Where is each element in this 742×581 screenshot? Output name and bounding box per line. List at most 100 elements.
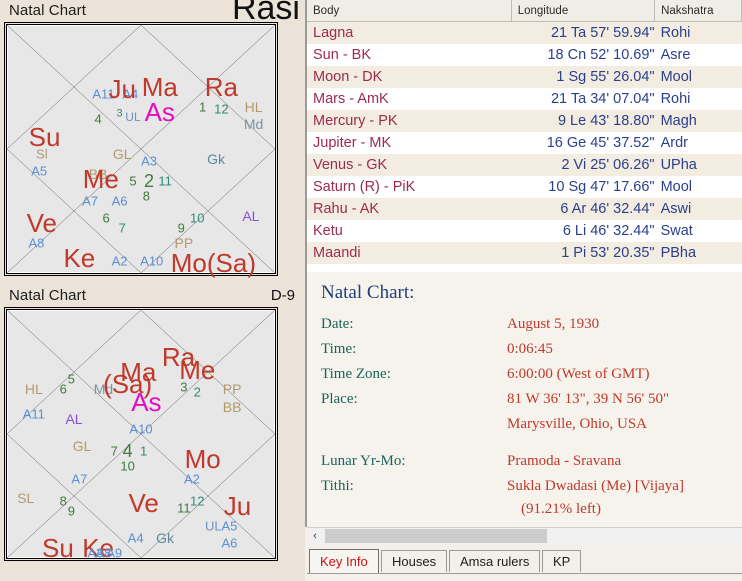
chart-glyph-gl: GL xyxy=(73,439,92,453)
cell-longitude: 21 Ta 57' 59.94" xyxy=(511,22,654,45)
rasi-chart-title: Natal Chart xyxy=(9,2,86,19)
chart-glyph-ke: Ke xyxy=(63,245,95,271)
chart-glyph-7: 7 xyxy=(119,222,126,235)
chart-glyph-a3: A3 xyxy=(141,155,157,168)
table-row[interactable]: Maandi1 Pi 53' 20.35"PBha xyxy=(307,242,742,264)
date-value: August 5, 1930 xyxy=(507,316,599,333)
time-label: Time: xyxy=(321,341,356,358)
navamsa-chart-title: Natal Chart xyxy=(9,287,86,304)
chart-glyph-8: 8 xyxy=(143,190,150,203)
cell-longitude: 6 Li 46' 32.44" xyxy=(511,220,654,242)
rasi-chart-header: Natal Chart Rasi xyxy=(0,0,303,24)
table-row[interactable]: Saturn (R) - PiK10 Sg 47' 17.66"Mool xyxy=(307,176,742,198)
table-row[interactable]: Jupiter - MK16 Ge 45' 37.52"Ardr xyxy=(307,132,742,154)
chart-glyph-mo: Mo xyxy=(185,446,221,472)
info-row-place: Place: 81 W 36' 13", 39 N 56' 50" xyxy=(321,391,741,413)
table-row[interactable]: Ketu6 Li 46' 32.44"Swat xyxy=(307,220,742,242)
planet-positions-table: Body Longitude Nakshatra Lagna21 Ta 57' … xyxy=(307,0,742,273)
table-row[interactable]: Rahu - AK6 Ar 46' 32.44"Aswi xyxy=(307,198,742,220)
tab-key-info[interactable]: Key Info xyxy=(309,549,379,573)
chart-glyph-a5: A5 xyxy=(221,519,237,532)
chart-glyph-me: Me xyxy=(83,166,119,192)
table-row[interactable]: Sun - BK18 Cn 52' 10.69"Asre xyxy=(307,44,742,66)
info-row-lunar: Lunar Yr-Mo: Pramoda - Sravana xyxy=(321,453,741,475)
chart-glyph-as: As xyxy=(131,389,161,415)
chart-glyph-3: 3 xyxy=(180,380,187,393)
chart-glyph-hl: HL xyxy=(25,382,43,396)
chart-glyph-ul: UL xyxy=(125,111,140,123)
cell-body: Venus - GK xyxy=(307,154,511,176)
rasi-chart-canvas[interactable]: SuSlA5A11A4Ju43ULGLBBMaAsA325118MeRa112H… xyxy=(6,24,276,274)
chart-glyph-6: 6 xyxy=(60,383,67,396)
tab-houses[interactable]: Houses xyxy=(381,550,447,572)
key-info-panel: Natal Chart: Date: August 5, 1930 Time: … xyxy=(305,272,742,527)
info-row-date: Date: August 5, 1930 xyxy=(321,316,741,338)
info-row-place-city: Marysville, Ohio, USA xyxy=(321,416,741,438)
chart-glyph-4: 4 xyxy=(123,442,133,460)
chart-glyph-al: AL xyxy=(65,412,82,426)
table-row[interactable]: Mercury - PK9 Le 43' 18.80"Magh xyxy=(307,110,742,132)
cell-longitude: 21 Ta 34' 07.04" xyxy=(511,88,654,110)
planet-positions-table-wrapper[interactable]: Body Longitude Nakshatra Lagna21 Ta 57' … xyxy=(305,0,742,272)
scroll-left-arrow-icon[interactable]: ‹ xyxy=(307,528,323,544)
navamsa-chart-header: Natal Chart D-9 xyxy=(0,285,303,309)
tab-kp[interactable]: KP xyxy=(542,550,581,572)
table-row[interactable]: Venus - GK2 Vi 25' 06.26"UPha xyxy=(307,154,742,176)
column-header-longitude[interactable]: Longitude xyxy=(511,0,654,22)
chart-glyph-1: 1 xyxy=(140,445,147,458)
chart-glyph-a6: A6 xyxy=(221,537,237,550)
rasi-chart-variant-label: Rasi xyxy=(232,0,300,25)
info-row-tithi: Tithi: Sukla Dwadasi (Me) [Vijaya] xyxy=(321,478,741,500)
cell-nakshatra: UPha xyxy=(655,154,742,176)
tab-bar: Key InfoHousesAmsa rulersKP xyxy=(307,548,742,581)
table-row[interactable]: Moon - DK1 Sg 55' 26.04"Mool xyxy=(307,66,742,88)
cell-nakshatra: Aswi xyxy=(655,198,742,220)
column-header-nakshatra[interactable]: Nakshatra xyxy=(655,0,742,22)
time-value: 0:06:45 xyxy=(507,341,553,358)
chart-glyph-ul: UL xyxy=(205,519,222,532)
chart-glyph-a2: A2 xyxy=(184,472,200,485)
tab-amsa-rulers[interactable]: Amsa rulers xyxy=(449,550,540,572)
chart-glyph-1: 1 xyxy=(199,100,206,113)
column-header-body[interactable]: Body xyxy=(307,0,511,22)
table-header-row: Body Longitude Nakshatra xyxy=(307,0,742,22)
cell-nakshatra: Mool xyxy=(655,176,742,198)
chart-glyph-mosa: Mo(Sa) xyxy=(171,250,256,276)
horizontal-scrollbar[interactable]: ‹ xyxy=(307,527,742,544)
cell-nakshatra: Magh xyxy=(655,110,742,132)
place-city-value: Marysville, Ohio, USA xyxy=(507,416,647,433)
navamsa-chart-glyph-layer: HLA1156ALMd(Sa)MaAsRaMe32PPBBA10GL47110A… xyxy=(7,310,275,558)
navamsa-chart-canvas[interactable]: HLA1156ALMd(Sa)MaAsRaMe32PPBBA10GL47110A… xyxy=(6,309,276,559)
scrollbar-thumb[interactable] xyxy=(325,529,547,543)
chart-glyph-11: 11 xyxy=(158,175,172,188)
chart-glyph-3: 3 xyxy=(116,109,122,120)
charts-pane: Natal Chart Rasi SuSlA5A11A4Ju43ULGLBBMa… xyxy=(0,0,303,581)
table-row[interactable]: Lagna21 Ta 57' 59.94"Rohi xyxy=(307,22,742,45)
cell-nakshatra: Mool xyxy=(655,66,742,88)
chart-glyph-a9: A9 xyxy=(106,547,122,560)
key-info-title: Natal Chart: xyxy=(321,282,414,304)
cell-nakshatra: PBha xyxy=(655,242,742,264)
cell-longitude: 6 Ar 46' 32.44" xyxy=(511,198,654,220)
chart-glyph-6: 6 xyxy=(103,212,110,225)
chart-glyph-ju: Ju xyxy=(109,76,136,102)
chart-glyph-a7: A7 xyxy=(71,472,87,485)
timezone-label: Time Zone: xyxy=(321,366,391,383)
chart-glyph-a7: A7 xyxy=(82,195,98,208)
cell-body: Mars - AmK xyxy=(307,88,511,110)
chart-glyph-11: 11 xyxy=(177,502,191,515)
chart-glyph-gk: Gk xyxy=(207,152,225,166)
chart-glyph-al: AL xyxy=(242,209,259,223)
chart-glyph-ra: Ra xyxy=(205,74,238,100)
cell-nakshatra: Rohi xyxy=(655,22,742,45)
chart-glyph-4: 4 xyxy=(94,113,101,126)
chart-glyph-12: 12 xyxy=(214,103,228,116)
cell-body: Moon - DK xyxy=(307,66,511,88)
cell-longitude: 18 Cn 52' 10.69" xyxy=(511,44,654,66)
table-row[interactable]: Mars - AmK21 Ta 34' 07.04"Rohi xyxy=(307,88,742,110)
navamsa-chart-block[interactable]: Natal Chart D-9 HLA1156ALMd(Sa)MaAsRaMe3… xyxy=(0,285,303,309)
chart-glyph-2: 2 xyxy=(194,385,201,398)
rasi-chart-block[interactable]: Natal Chart Rasi SuSlA5A11A4Ju43ULGLBBMa… xyxy=(0,0,303,24)
tithi-value: Sukla Dwadasi (Me) [Vijaya] xyxy=(507,478,684,495)
cell-longitude: 1 Pi 53' 20.35" xyxy=(511,242,654,264)
